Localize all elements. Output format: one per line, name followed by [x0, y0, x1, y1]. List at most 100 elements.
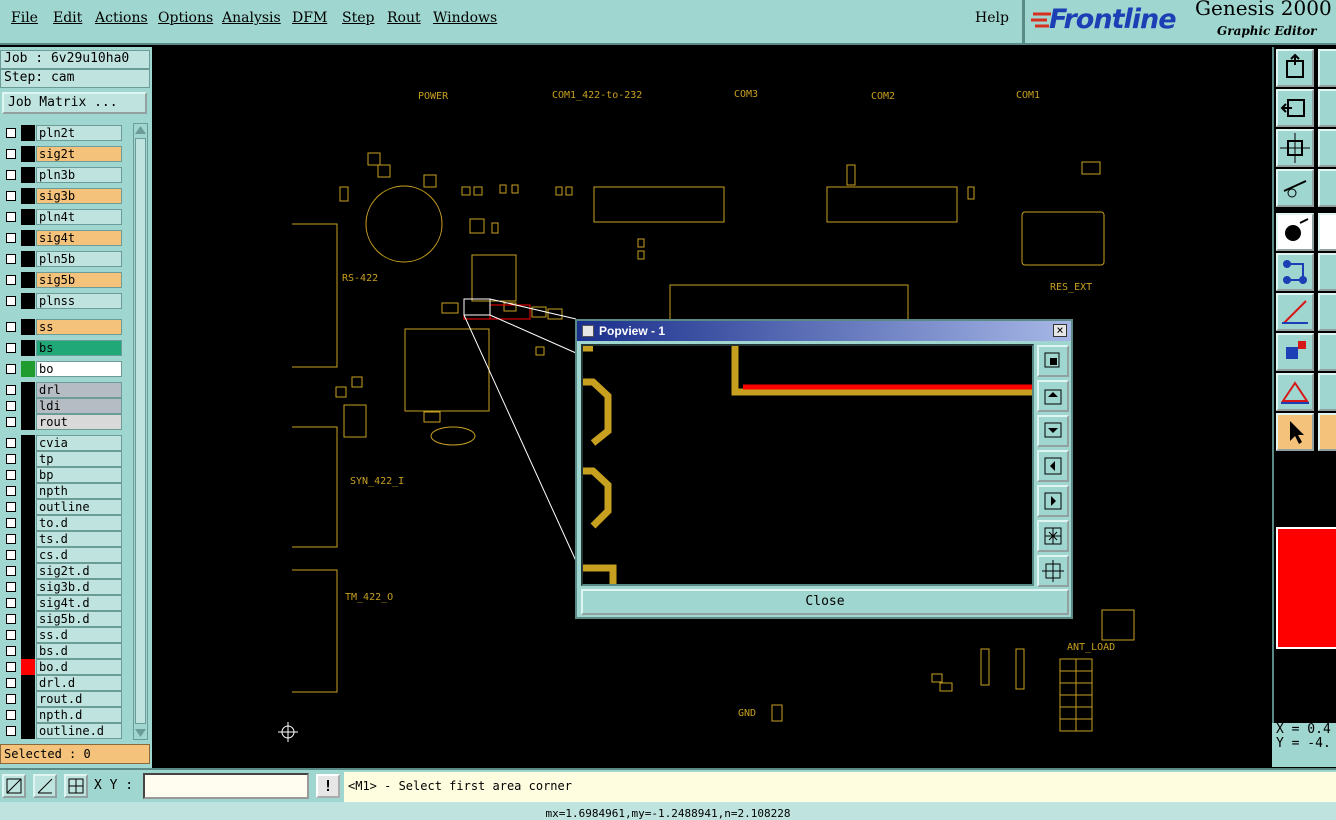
tool-triangle-button[interactable] [1276, 373, 1314, 411]
layer-checkbox[interactable] [6, 191, 16, 201]
tool-extra-5-button[interactable] [1318, 213, 1336, 251]
grid-button[interactable] [64, 774, 88, 798]
menu-step[interactable]: Step [342, 10, 374, 26]
popview-pan-right-button[interactable] [1037, 485, 1069, 517]
layer-name[interactable]: bo [36, 361, 122, 377]
layer-name[interactable]: pln3b [36, 167, 122, 183]
menu-edit[interactable]: Edit [53, 10, 82, 26]
layer-row-ts-d[interactable]: ts.d [2, 531, 122, 547]
popview-pan-up-button[interactable] [1037, 380, 1069, 412]
menu-rout[interactable]: Rout [387, 10, 421, 26]
layer-row-pln4t[interactable]: pln4t [2, 209, 122, 225]
popview-viewport[interactable] [581, 344, 1034, 586]
tool-extra-3-button[interactable] [1318, 129, 1336, 167]
layer-checkbox[interactable] [6, 254, 16, 264]
layer-row-plnss[interactable]: plnss [2, 293, 122, 309]
layer-checkbox[interactable] [6, 322, 16, 332]
layer-row-ss-d[interactable]: ss.d [2, 627, 122, 643]
layer-checkbox[interactable] [6, 454, 16, 464]
layer-row-bs[interactable]: bs [2, 340, 122, 356]
scrollbar-thumb[interactable] [135, 138, 146, 724]
layer-row-sig3b[interactable]: sig3b [2, 188, 122, 204]
tool-measure-button[interactable] [1276, 169, 1314, 207]
menu-file[interactable]: File [11, 10, 38, 26]
tool-extra-1-button[interactable] [1318, 49, 1336, 87]
popview-pan-down-button[interactable] [1037, 415, 1069, 447]
tool-extra-7-button[interactable] [1318, 293, 1336, 331]
layer-checkbox[interactable] [6, 582, 16, 592]
layer-row-tp[interactable]: tp [2, 451, 122, 467]
layer-name[interactable]: bo.d [36, 659, 122, 675]
layer-name[interactable]: pln5b [36, 251, 122, 267]
layer-checkbox[interactable] [6, 275, 16, 285]
layer-row-outline[interactable]: outline [2, 499, 122, 515]
layer-name[interactable]: tp [36, 451, 122, 467]
layer-row-rout-d[interactable]: rout.d [2, 691, 122, 707]
layer-row-cvia[interactable]: cvia [2, 435, 122, 451]
tool-extra-9-button[interactable] [1318, 373, 1336, 411]
layer-checkbox[interactable] [6, 502, 16, 512]
tool-net-button[interactable] [1276, 253, 1314, 291]
layer-checkbox[interactable] [6, 233, 16, 243]
layer-name[interactable]: rout [36, 414, 122, 430]
scroll-up-icon[interactable] [134, 124, 147, 136]
layer-row-bo-d[interactable]: bo.d [2, 659, 122, 675]
layer-row-ss[interactable]: ss [2, 319, 122, 335]
tool-extra-2-button[interactable] [1318, 89, 1336, 127]
layer-name[interactable]: rout.d [36, 691, 122, 707]
layer-name[interactable]: pln2t [36, 125, 122, 141]
menu-analysis[interactable]: Analysis [222, 10, 281, 26]
layer-checkbox[interactable] [6, 662, 16, 672]
layer-row-pln3b[interactable]: pln3b [2, 167, 122, 183]
popview-zoom-out-button[interactable] [1037, 520, 1069, 552]
layer-name[interactable]: bs [36, 340, 122, 356]
layer-name[interactable]: plnss [36, 293, 122, 309]
tool-pointer-button[interactable] [1276, 413, 1314, 451]
layer-checkbox[interactable] [6, 343, 16, 353]
layer-checkbox[interactable] [6, 385, 16, 395]
popview-zoom-in-button[interactable] [1037, 555, 1069, 587]
layer-name[interactable]: sig5b [36, 272, 122, 288]
layer-checkbox[interactable] [6, 598, 16, 608]
layer-row-npth-d[interactable]: npth.d [2, 707, 122, 723]
layer-row-sig3b-d[interactable]: sig3b.d [2, 579, 122, 595]
menu-windows[interactable]: Windows [433, 10, 497, 26]
popview-zoom-home-button[interactable] [1037, 345, 1069, 377]
layer-row-bs-d[interactable]: bs.d [2, 643, 122, 659]
layer-name[interactable]: ss.d [36, 627, 122, 643]
layer-checkbox[interactable] [6, 518, 16, 528]
layer-checkbox[interactable] [6, 212, 16, 222]
layer-row-sig4t[interactable]: sig4t [2, 230, 122, 246]
layer-row-pln5b[interactable]: pln5b [2, 251, 122, 267]
layer-name[interactable]: sig4t [36, 230, 122, 246]
popview-close-button[interactable]: Close [581, 589, 1069, 615]
layer-name[interactable]: ss [36, 319, 122, 335]
menu-options[interactable]: Options [158, 10, 213, 26]
layer-checkbox[interactable] [6, 550, 16, 560]
layer-row-sig5b[interactable]: sig5b [2, 272, 122, 288]
tool-add-button[interactable] [1276, 333, 1314, 371]
layer-name[interactable]: bp [36, 467, 122, 483]
window-icon[interactable] [582, 325, 594, 337]
xy-input[interactable] [143, 773, 309, 799]
layer-checkbox[interactable] [6, 614, 16, 624]
message-button[interactable]: ! [316, 774, 340, 798]
layer-checkbox[interactable] [6, 694, 16, 704]
layer-row-ldi[interactable]: ldi [2, 398, 122, 414]
layer-name[interactable]: sig4t.d [36, 595, 122, 611]
layer-row-pln2t[interactable]: pln2t [2, 125, 122, 141]
menu-actions[interactable]: Actions [95, 10, 148, 26]
layer-checkbox[interactable] [6, 170, 16, 180]
tool-line-button[interactable] [1276, 293, 1314, 331]
layer-row-cs-d[interactable]: cs.d [2, 547, 122, 563]
layer-row-drl[interactable]: drl [2, 382, 122, 398]
layer-checkbox[interactable] [6, 486, 16, 496]
tool-select-pad-button[interactable] [1276, 213, 1314, 251]
tool-pan-left-button[interactable] [1276, 89, 1314, 127]
tool-extra-4-button[interactable] [1318, 169, 1336, 207]
layer-name[interactable]: npth.d [36, 707, 122, 723]
tool-fit-button[interactable] [1276, 129, 1314, 167]
layer-row-npth[interactable]: npth [2, 483, 122, 499]
layer-checkbox[interactable] [6, 128, 16, 138]
layer-name[interactable]: pln4t [36, 209, 122, 225]
